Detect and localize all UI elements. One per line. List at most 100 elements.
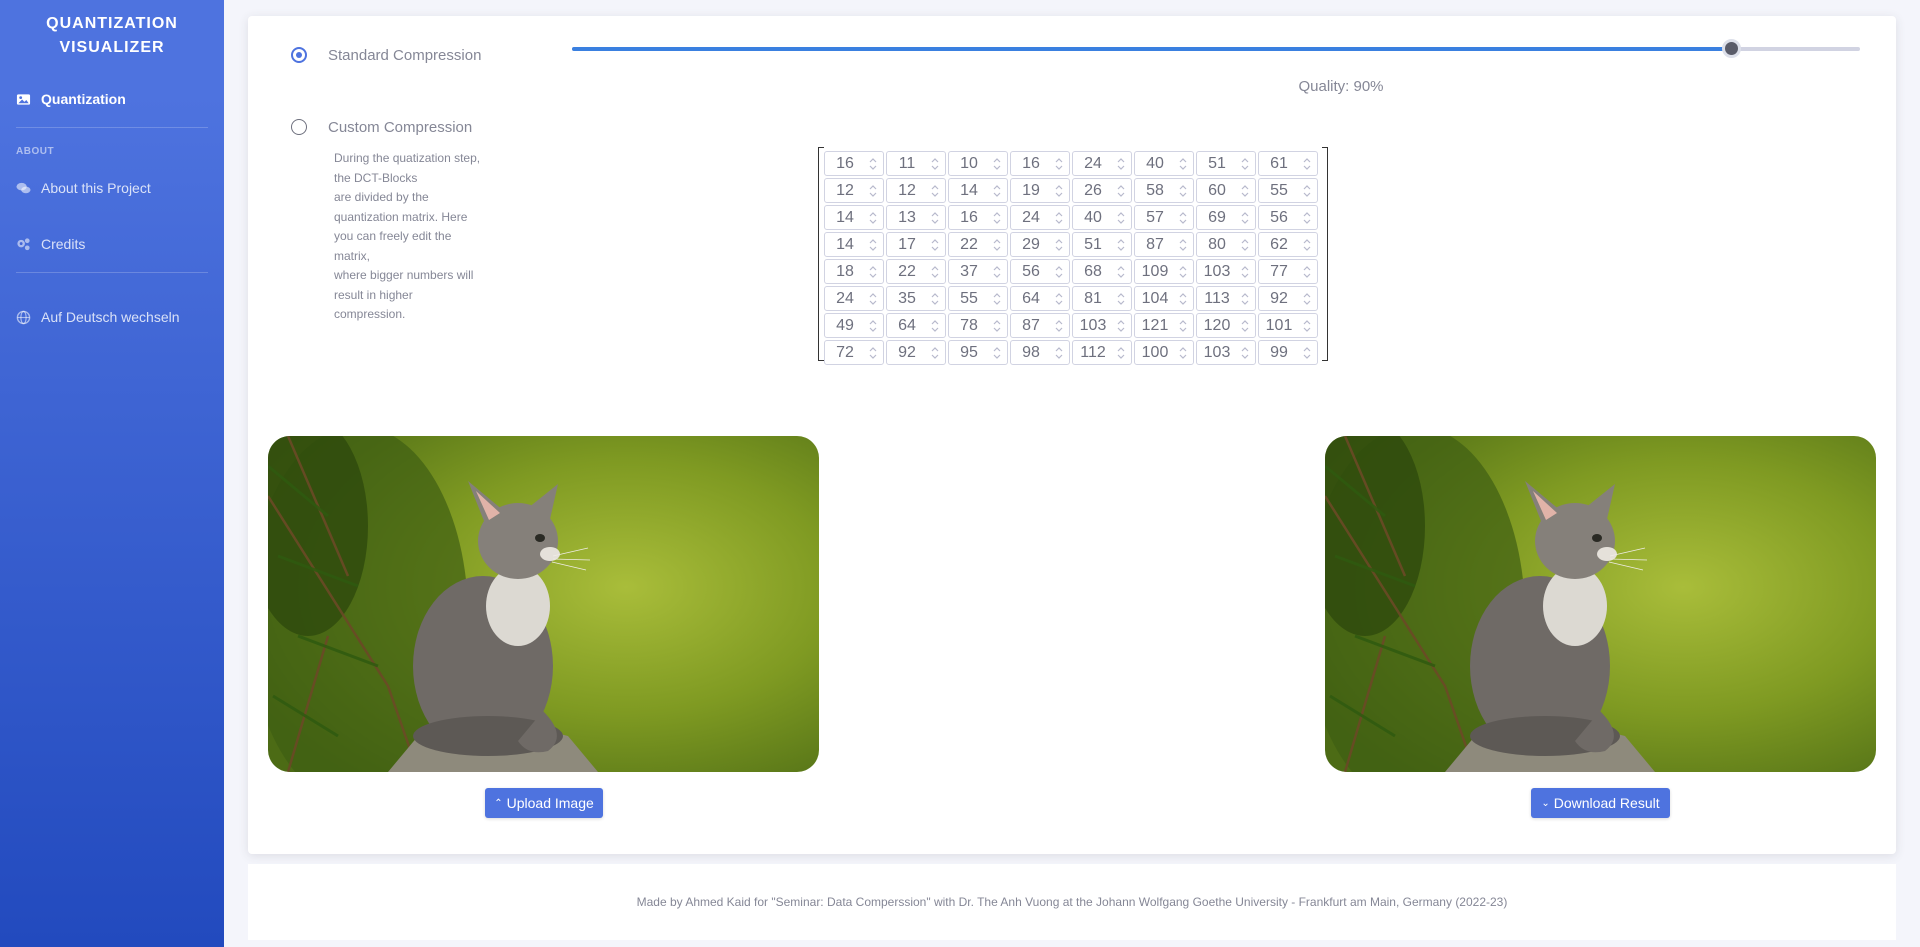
stepper-arrows-icon[interactable] bbox=[1055, 345, 1063, 361]
stepper-arrows-icon[interactable] bbox=[1117, 345, 1125, 361]
stepper-arrows-icon[interactable] bbox=[993, 264, 1001, 280]
stepper-arrows-icon[interactable] bbox=[869, 210, 877, 226]
sidebar-item-credits[interactable]: Credits bbox=[16, 232, 208, 256]
stepper-arrows-icon[interactable] bbox=[1055, 291, 1063, 307]
matrix-cell-input[interactable]: 40 bbox=[1134, 151, 1194, 176]
matrix-cell-input[interactable]: 51 bbox=[1072, 232, 1132, 257]
matrix-cell-input[interactable]: 99 bbox=[1258, 340, 1318, 365]
matrix-cell-input[interactable]: 10 bbox=[948, 151, 1008, 176]
stepper-arrows-icon[interactable] bbox=[869, 291, 877, 307]
matrix-cell-input[interactable]: 87 bbox=[1134, 232, 1194, 257]
matrix-cell-input[interactable]: 112 bbox=[1072, 340, 1132, 365]
matrix-cell-input[interactable]: 87 bbox=[1010, 313, 1070, 338]
stepper-arrows-icon[interactable] bbox=[1117, 237, 1125, 253]
matrix-cell-input[interactable]: 49 bbox=[824, 313, 884, 338]
matrix-cell-input[interactable]: 18 bbox=[824, 259, 884, 284]
stepper-arrows-icon[interactable] bbox=[993, 156, 1001, 172]
stepper-arrows-icon[interactable] bbox=[1055, 156, 1063, 172]
stepper-arrows-icon[interactable] bbox=[931, 210, 939, 226]
matrix-cell-input[interactable]: 56 bbox=[1258, 205, 1318, 230]
stepper-arrows-icon[interactable] bbox=[931, 183, 939, 199]
matrix-cell-input[interactable]: 61 bbox=[1258, 151, 1318, 176]
matrix-cell-input[interactable]: 26 bbox=[1072, 178, 1132, 203]
stepper-arrows-icon[interactable] bbox=[931, 318, 939, 334]
matrix-cell-input[interactable]: 72 bbox=[824, 340, 884, 365]
stepper-arrows-icon[interactable] bbox=[1179, 345, 1187, 361]
matrix-cell-input[interactable]: 98 bbox=[1010, 340, 1070, 365]
stepper-arrows-icon[interactable] bbox=[1117, 291, 1125, 307]
stepper-arrows-icon[interactable] bbox=[869, 156, 877, 172]
stepper-arrows-icon[interactable] bbox=[869, 264, 877, 280]
matrix-cell-input[interactable]: 55 bbox=[1258, 178, 1318, 203]
stepper-arrows-icon[interactable] bbox=[1055, 183, 1063, 199]
stepper-arrows-icon[interactable] bbox=[993, 210, 1001, 226]
matrix-cell-input[interactable]: 13 bbox=[886, 205, 946, 230]
stepper-arrows-icon[interactable] bbox=[869, 345, 877, 361]
stepper-arrows-icon[interactable] bbox=[1179, 291, 1187, 307]
custom-compression-radio[interactable] bbox=[291, 119, 307, 135]
matrix-cell-input[interactable]: 12 bbox=[886, 178, 946, 203]
matrix-cell-input[interactable]: 69 bbox=[1196, 205, 1256, 230]
standard-compression-label[interactable]: Standard Compression bbox=[328, 47, 481, 64]
matrix-cell-input[interactable]: 37 bbox=[948, 259, 1008, 284]
stepper-arrows-icon[interactable] bbox=[1241, 291, 1249, 307]
matrix-cell-input[interactable]: 58 bbox=[1134, 178, 1194, 203]
stepper-arrows-icon[interactable] bbox=[1241, 264, 1249, 280]
matrix-cell-input[interactable]: 24 bbox=[824, 286, 884, 311]
stepper-arrows-icon[interactable] bbox=[1303, 210, 1311, 226]
stepper-arrows-icon[interactable] bbox=[1179, 210, 1187, 226]
stepper-arrows-icon[interactable] bbox=[1241, 183, 1249, 199]
matrix-cell-input[interactable]: 19 bbox=[1010, 178, 1070, 203]
stepper-arrows-icon[interactable] bbox=[869, 183, 877, 199]
matrix-cell-input[interactable]: 22 bbox=[886, 259, 946, 284]
stepper-arrows-icon[interactable] bbox=[1055, 237, 1063, 253]
matrix-cell-input[interactable]: 60 bbox=[1196, 178, 1256, 203]
stepper-arrows-icon[interactable] bbox=[993, 291, 1001, 307]
stepper-arrows-icon[interactable] bbox=[869, 318, 877, 334]
matrix-cell-input[interactable]: 103 bbox=[1196, 259, 1256, 284]
matrix-cell-input[interactable]: 51 bbox=[1196, 151, 1256, 176]
matrix-cell-input[interactable]: 64 bbox=[1010, 286, 1070, 311]
matrix-cell-input[interactable]: 104 bbox=[1134, 286, 1194, 311]
matrix-cell-input[interactable]: 101 bbox=[1258, 313, 1318, 338]
matrix-cell-input[interactable]: 14 bbox=[824, 232, 884, 257]
matrix-cell-input[interactable]: 16 bbox=[824, 151, 884, 176]
matrix-cell-input[interactable]: 57 bbox=[1134, 205, 1194, 230]
matrix-cell-input[interactable]: 11 bbox=[886, 151, 946, 176]
stepper-arrows-icon[interactable] bbox=[1117, 156, 1125, 172]
custom-compression-label[interactable]: Custom Compression bbox=[328, 119, 472, 136]
quality-slider-thumb[interactable] bbox=[1722, 39, 1742, 58]
stepper-arrows-icon[interactable] bbox=[1117, 264, 1125, 280]
stepper-arrows-icon[interactable] bbox=[931, 156, 939, 172]
stepper-arrows-icon[interactable] bbox=[993, 183, 1001, 199]
stepper-arrows-icon[interactable] bbox=[931, 345, 939, 361]
matrix-cell-input[interactable]: 92 bbox=[886, 340, 946, 365]
matrix-cell-input[interactable]: 120 bbox=[1196, 313, 1256, 338]
stepper-arrows-icon[interactable] bbox=[1179, 237, 1187, 253]
matrix-cell-input[interactable]: 95 bbox=[948, 340, 1008, 365]
stepper-arrows-icon[interactable] bbox=[1303, 237, 1311, 253]
stepper-arrows-icon[interactable] bbox=[1117, 183, 1125, 199]
matrix-cell-input[interactable]: 68 bbox=[1072, 259, 1132, 284]
matrix-cell-input[interactable]: 22 bbox=[948, 232, 1008, 257]
stepper-arrows-icon[interactable] bbox=[1055, 318, 1063, 334]
stepper-arrows-icon[interactable] bbox=[1303, 264, 1311, 280]
matrix-cell-input[interactable]: 14 bbox=[948, 178, 1008, 203]
stepper-arrows-icon[interactable] bbox=[1055, 210, 1063, 226]
stepper-arrows-icon[interactable] bbox=[931, 237, 939, 253]
stepper-arrows-icon[interactable] bbox=[1241, 318, 1249, 334]
stepper-arrows-icon[interactable] bbox=[1117, 210, 1125, 226]
matrix-cell-input[interactable]: 29 bbox=[1010, 232, 1070, 257]
matrix-cell-input[interactable]: 78 bbox=[948, 313, 1008, 338]
matrix-cell-input[interactable]: 81 bbox=[1072, 286, 1132, 311]
stepper-arrows-icon[interactable] bbox=[1241, 237, 1249, 253]
stepper-arrows-icon[interactable] bbox=[1241, 156, 1249, 172]
download-result-button[interactable]: ⌄ Download Result bbox=[1531, 788, 1670, 818]
stepper-arrows-icon[interactable] bbox=[1303, 345, 1311, 361]
upload-image-button[interactable]: ⌃ Upload Image bbox=[485, 788, 603, 818]
stepper-arrows-icon[interactable] bbox=[1179, 156, 1187, 172]
matrix-cell-input[interactable]: 35 bbox=[886, 286, 946, 311]
matrix-cell-input[interactable]: 56 bbox=[1010, 259, 1070, 284]
matrix-cell-input[interactable]: 24 bbox=[1010, 205, 1070, 230]
language-switch-link[interactable]: Auf Deutsch wechseln bbox=[16, 305, 208, 329]
